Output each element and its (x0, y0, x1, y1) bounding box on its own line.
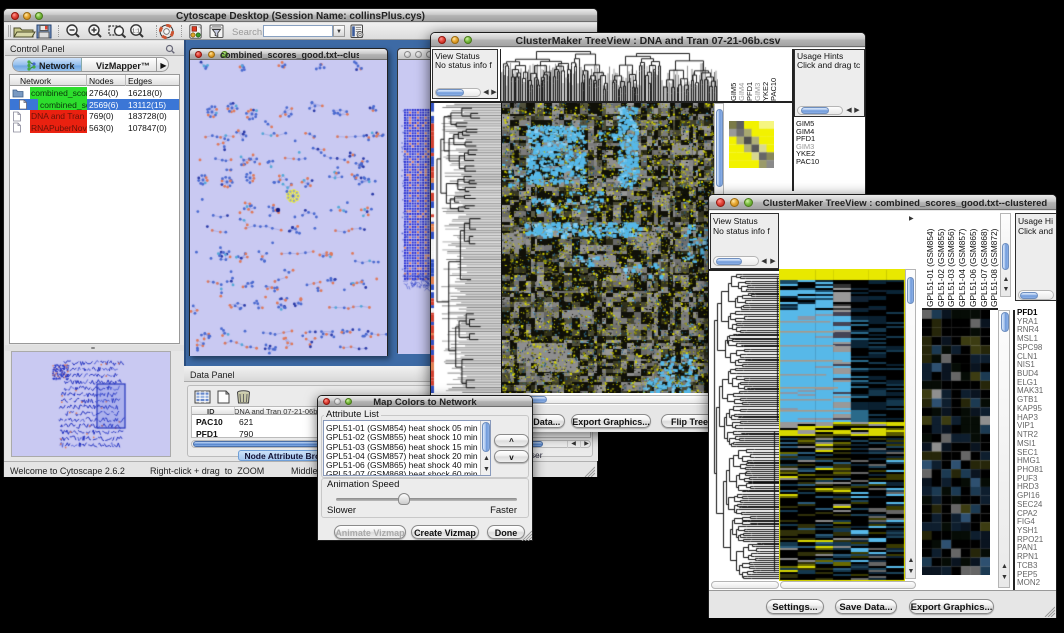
svg-text:1:1: 1:1 (132, 28, 140, 34)
